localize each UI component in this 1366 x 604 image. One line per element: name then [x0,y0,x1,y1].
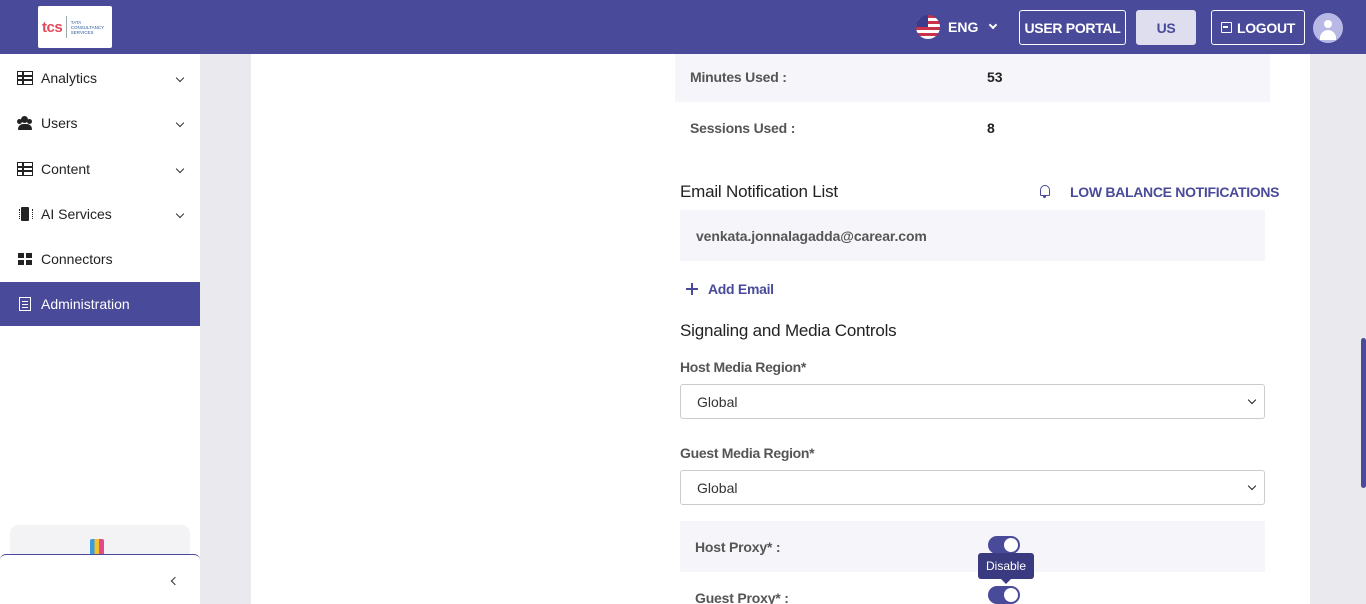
sessions-used-value: 8 [987,120,995,136]
guest-proxy-label: Guest Proxy* : [695,590,789,604]
sessions-used-label: Sessions Used : [690,120,796,136]
chevron-down-icon [175,209,185,219]
document-icon [19,297,31,311]
minutes-used-label: Minutes Used : [690,69,787,85]
tcs-logo[interactable]: tcs TATA CONSULTANCY SERVICES [38,6,112,48]
chip-icon [17,207,33,221]
signaling-title: Signaling and Media Controls [680,321,897,340]
sidebar-item-label: Analytics [41,70,98,86]
logo-separator [66,16,67,38]
avatar-head [1324,20,1332,28]
chevron-down-icon [1247,395,1257,405]
host-proxy-label: Host Proxy* : [695,539,781,555]
sidebar-item-content[interactable]: Content [0,147,200,191]
sidebar-item-analytics[interactable]: Analytics [0,56,200,100]
sidebar-item-ai-services[interactable]: AI Services [0,192,200,236]
sidebar-item-label: Users [41,115,78,131]
sidebar: Analytics Users Content AI Services Conn… [0,54,200,604]
guest-media-region-select[interactable]: Global [680,470,1265,505]
logo-text: tcs [42,18,63,36]
bell-icon [1040,185,1050,198]
logout-button[interactable]: LOGOUT [1211,10,1305,45]
guest-media-region-value: Global [697,479,738,496]
email-notification-title: Email Notification List [680,182,838,201]
sidebar-collapse-bar[interactable] [0,554,200,604]
chevron-down-icon [175,118,185,128]
toggle-tooltip: Disable [978,553,1034,584]
language-label: ENG [948,19,979,35]
logout-label: LOGOUT [1236,19,1296,36]
chevron-down-icon [175,164,185,174]
sidebar-item-label: Administration [41,296,130,312]
host-media-region-label: Host Media Region* [680,359,807,375]
guest-proxy-toggle[interactable] [988,586,1020,604]
scrollbar-track[interactable] [1360,54,1366,604]
logout-icon [1220,22,1232,33]
guest-media-region-label: Guest Media Region* [680,445,815,461]
app-icon [90,539,104,555]
user-portal-button[interactable]: USER PORTAL [1019,10,1126,45]
sidebar-item-administration[interactable]: Administration [0,282,200,326]
users-icon [17,116,33,130]
plus-icon[interactable] [686,283,698,295]
us-flag-icon [916,15,940,39]
region-button[interactable]: US [1136,10,1196,45]
table-icon [17,71,33,85]
email-address: venkata.jonnalagadda@carear.com [696,228,927,244]
chevron-down-icon [1247,481,1257,491]
chevron-down-icon [989,20,998,30]
table-icon [17,162,33,176]
sidebar-item-label: Connectors [41,251,113,267]
language-selector[interactable]: ENG [916,14,998,40]
logo-subtext: TATA CONSULTANCY SERVICES [70,19,105,35]
sidebar-item-users[interactable]: Users [0,101,200,145]
minutes-used-value: 53 [987,69,1003,85]
chevron-left-icon[interactable] [170,576,180,586]
host-proxy-toggle[interactable] [988,536,1020,554]
host-media-region-value: Global [697,393,738,410]
top-header: tcs TATA CONSULTANCY SERVICES ENG USER P… [0,0,1366,54]
host-media-region-select[interactable]: Global [680,384,1265,419]
sidebar-item-label: Content [41,161,91,177]
chevron-down-icon [175,73,185,83]
scrollbar-thumb[interactable] [1361,338,1366,488]
grid-icon [17,252,33,266]
avatar-body [1320,30,1336,40]
low-balance-notifications-link[interactable]: LOW BALANCE NOTIFICATIONS [1070,184,1280,200]
sidebar-item-connectors[interactable]: Connectors [0,237,200,281]
add-email-button[interactable]: Add Email [708,281,774,297]
avatar[interactable] [1313,13,1343,43]
sidebar-item-label: AI Services [41,206,112,222]
